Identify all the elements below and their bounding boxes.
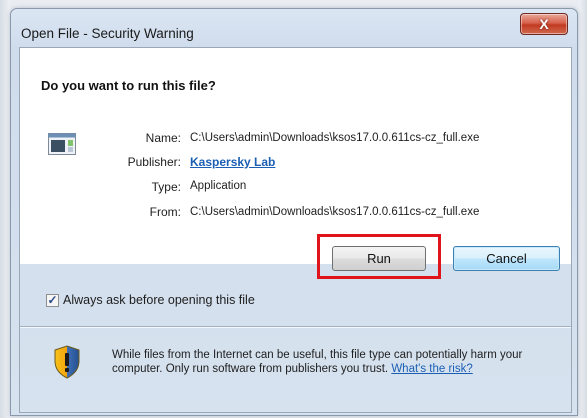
type-label: Type: xyxy=(151,180,181,194)
window-title: Open File - Security Warning xyxy=(21,26,194,41)
question-heading: Do you want to run this file? xyxy=(41,78,216,93)
type-value: Application xyxy=(190,180,247,192)
whats-the-risk-link[interactable]: What's the risk? xyxy=(391,363,472,375)
publisher-link[interactable]: Kaspersky Lab xyxy=(190,155,275,169)
name-value: C:\Users\admin\Downloads\ksos17.0.0.611c… xyxy=(190,132,480,144)
dialog-body: Do you want to run this file? Name: C:\U… xyxy=(19,47,572,413)
separator xyxy=(20,326,571,328)
always-ask-row[interactable]: ✓ Always ask before opening this file xyxy=(46,293,255,307)
cancel-button[interactable]: Cancel xyxy=(453,246,560,271)
desktop-edge-left xyxy=(0,0,10,418)
shield-warning-icon xyxy=(54,345,80,379)
from-value: C:\Users\admin\Downloads\ksos17.0.0.611c… xyxy=(190,206,480,218)
security-warning-dialog: Open File - Security Warning X Do you wa… xyxy=(10,8,578,416)
check-icon: ✓ xyxy=(47,293,58,307)
desktop-edge-right xyxy=(579,0,587,418)
always-ask-checkbox[interactable]: ✓ xyxy=(46,293,59,307)
name-label: Name: xyxy=(145,131,181,145)
title-bar[interactable]: Open File - Security Warning X xyxy=(11,9,577,47)
security-warning-text: While files from the Internet can be use… xyxy=(112,348,562,376)
close-button[interactable]: X xyxy=(520,13,568,35)
always-ask-label[interactable]: Always ask before opening this file xyxy=(63,293,255,307)
publisher-label: Publisher: xyxy=(127,155,181,169)
close-icon: X xyxy=(539,16,549,32)
from-label: From: xyxy=(149,205,181,219)
run-button[interactable]: Run xyxy=(332,246,426,271)
file-info-panel: Do you want to run this file? Name: C:\U… xyxy=(20,48,571,264)
